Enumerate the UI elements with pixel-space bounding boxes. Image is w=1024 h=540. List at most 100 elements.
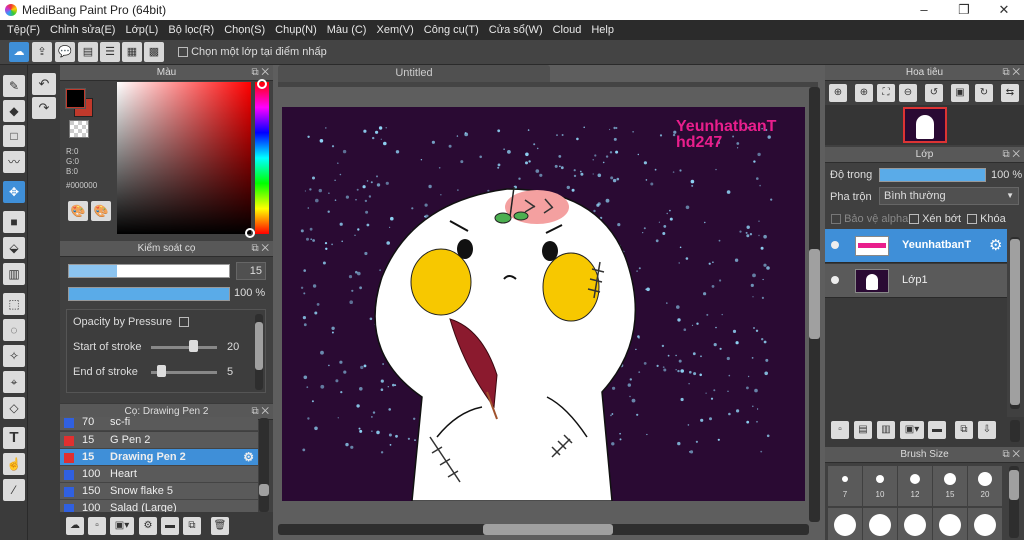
brush-tool-icon[interactable]: ✎ bbox=[3, 75, 25, 97]
opacity-by-pressure-checkbox[interactable] bbox=[179, 317, 190, 328]
layer-folder-icon[interactable]: ▬ bbox=[928, 421, 946, 439]
close-button[interactable]: ✕ bbox=[984, 0, 1024, 20]
palette-icon[interactable]: 🎨 bbox=[68, 201, 88, 221]
menu-help[interactable]: Help bbox=[586, 20, 619, 40]
text-tool-icon[interactable]: T bbox=[3, 427, 25, 449]
actual-size-icon[interactable]: ▣ bbox=[951, 84, 969, 102]
artwork-canvas[interactable]: YeunhatbanT hd247 bbox=[282, 107, 805, 501]
brush-item-selected[interactable]: 15 Drawing Pen 2 ⚙ bbox=[60, 449, 258, 466]
brush-size-cell[interactable]: 20 bbox=[968, 466, 1002, 506]
layer-list-scroll-thumb[interactable] bbox=[1010, 239, 1020, 405]
layer-list-scrollbar[interactable] bbox=[1010, 237, 1020, 409]
brush-size-cell[interactable] bbox=[968, 508, 1002, 540]
brush-size-cell[interactable] bbox=[933, 508, 967, 540]
blend-mode-select[interactable]: Bình thường ▼ bbox=[879, 187, 1019, 205]
brush-item[interactable]: 100 Salad (Large) bbox=[60, 500, 258, 512]
lasso-tool-icon[interactable]: ◌ bbox=[3, 319, 25, 341]
transparent-color-swatch[interactable] bbox=[69, 120, 89, 138]
clipping-option[interactable]: Xén bớt bbox=[909, 213, 961, 225]
panel-float-close-icon[interactable]: ⧉ ✕ bbox=[251, 241, 269, 257]
pen-tool-icon[interactable]: 〰 bbox=[3, 151, 25, 173]
share-icon[interactable]: ⇪ bbox=[32, 42, 52, 62]
undo-icon[interactable]: ↶ bbox=[32, 73, 56, 95]
end-stroke-handle[interactable] bbox=[157, 365, 166, 377]
delete-brush-icon[interactable]: 🗑 bbox=[211, 517, 229, 535]
add-layer-dropdown-icon[interactable]: ▣▾ bbox=[900, 421, 924, 439]
rotate-left-icon[interactable]: ↺ bbox=[925, 84, 943, 102]
panel-float-close-icon[interactable]: ⧉ ✕ bbox=[1002, 65, 1020, 81]
brush-size-cell[interactable]: 15 bbox=[933, 466, 967, 506]
duplicate-brush-icon[interactable]: ⧉ bbox=[183, 517, 201, 535]
footer-scrollbar[interactable] bbox=[1010, 420, 1020, 442]
brush-list-scroll-thumb[interactable] bbox=[259, 484, 269, 496]
select-layer-checkbox[interactable] bbox=[178, 47, 188, 58]
menu-tools[interactable]: Công cụ(T) bbox=[419, 20, 484, 40]
panel-float-close-icon[interactable]: ⧉ ✕ bbox=[1002, 147, 1020, 163]
menu-color[interactable]: Màu (C) bbox=[322, 20, 372, 40]
menu-file[interactable]: Tệp(F) bbox=[2, 20, 45, 40]
brush-size-cell[interactable]: 7 bbox=[828, 466, 862, 506]
rotate-right-icon[interactable]: ↻ bbox=[975, 84, 993, 102]
zoom-in-icon[interactable]: ⊕ bbox=[855, 84, 873, 102]
brush-size-slider[interactable] bbox=[68, 264, 230, 278]
flip-icon[interactable]: ⇆ bbox=[1001, 84, 1019, 102]
color-picker-cursor[interactable] bbox=[245, 228, 255, 238]
canvas-hscroll-thumb[interactable] bbox=[483, 524, 613, 535]
brush-item[interactable]: 70 sc-fi bbox=[60, 417, 258, 431]
menu-layer[interactable]: Lớp(L) bbox=[120, 20, 163, 40]
magic-wand-tool-icon[interactable]: ✧ bbox=[3, 345, 25, 367]
layer-row-selected[interactable]: YeunhatbanT ⚙ bbox=[825, 229, 1007, 263]
layer-settings-gear-icon[interactable]: ⚙ bbox=[989, 236, 1002, 254]
minimize-button[interactable]: – bbox=[904, 0, 944, 20]
eyedropper-tool-icon[interactable]: ⁄ bbox=[3, 479, 25, 501]
brush-size-cell[interactable] bbox=[863, 508, 897, 540]
brush-settings-gear-icon[interactable]: ⚙ bbox=[243, 450, 254, 464]
brush-settings-icon[interactable]: ⚙ bbox=[139, 517, 157, 535]
menu-cloud[interactable]: Cloud bbox=[548, 20, 587, 40]
brush-size-cell[interactable]: 12 bbox=[898, 466, 932, 506]
start-stroke-slider[interactable] bbox=[151, 346, 217, 349]
brush-size-scroll-thumb[interactable] bbox=[1009, 470, 1019, 500]
hue-slider[interactable] bbox=[255, 82, 269, 234]
redo-icon[interactable]: ↷ bbox=[32, 97, 56, 119]
clipping-checkbox[interactable] bbox=[909, 214, 919, 225]
brush-options-scrollbar[interactable] bbox=[255, 314, 263, 390]
menu-select[interactable]: Chọn(S) bbox=[219, 20, 270, 40]
new-layer-icon[interactable]: ▫ bbox=[831, 421, 849, 439]
hue-slider-handle[interactable] bbox=[257, 79, 267, 89]
start-stroke-handle[interactable] bbox=[189, 340, 198, 352]
rect-tool-icon[interactable]: □ bbox=[3, 125, 25, 147]
new-halftone-layer-icon[interactable]: ▤ bbox=[854, 421, 872, 439]
move-tool-icon[interactable]: ✥ bbox=[3, 181, 25, 203]
layer-opacity-slider[interactable] bbox=[879, 168, 986, 182]
brush-opacity-slider[interactable] bbox=[68, 287, 230, 301]
protect-alpha-checkbox[interactable] bbox=[831, 214, 841, 225]
panel-float-close-icon[interactable]: ⧉ ✕ bbox=[1002, 447, 1020, 463]
select-layer-option[interactable]: Chọn một lớp tại điểm nhấp bbox=[178, 46, 327, 58]
brush-item[interactable]: 100 Heart bbox=[60, 466, 258, 483]
menu-snap[interactable]: Chụp(N) bbox=[270, 20, 322, 40]
zoom-in-small-icon[interactable]: ⊕ bbox=[829, 84, 847, 102]
visibility-icon[interactable] bbox=[831, 276, 839, 284]
select-pen-tool-icon[interactable]: ⌖ bbox=[3, 371, 25, 393]
merge-layer-icon[interactable]: ⇩ bbox=[978, 421, 996, 439]
protect-alpha-option[interactable]: Bảo vệ alpha bbox=[831, 213, 908, 225]
brush-size-cell[interactable] bbox=[898, 508, 932, 540]
fill-rect-tool-icon[interactable]: ■ bbox=[3, 211, 25, 233]
navigator-preview[interactable] bbox=[903, 107, 947, 143]
fit-screen-icon[interactable]: ⛶ bbox=[877, 84, 895, 102]
layer-row[interactable]: Lớp1 bbox=[825, 264, 1007, 298]
palette-add-icon[interactable]: 🎨 bbox=[91, 201, 111, 221]
operation-tool-icon[interactable]: ☝ bbox=[3, 453, 25, 475]
canvas-horizontal-scrollbar[interactable] bbox=[278, 524, 809, 535]
select-eraser-tool-icon[interactable]: ◇ bbox=[3, 397, 25, 419]
list-icon[interactable]: ☰ bbox=[100, 42, 120, 62]
menu-edit[interactable]: Chỉnh sửa(E) bbox=[45, 20, 120, 40]
brush-size-scrollbar[interactable] bbox=[1009, 466, 1019, 538]
new-brush-icon[interactable]: ▫ bbox=[88, 517, 106, 535]
comment-icon[interactable]: 💬 bbox=[55, 42, 75, 62]
document-tab[interactable]: Untitled bbox=[278, 65, 550, 82]
eraser-tool-icon[interactable]: ◆ bbox=[3, 100, 25, 122]
brush-item[interactable]: 150 Snow flake 5 bbox=[60, 483, 258, 500]
cloud-save-icon[interactable]: ☁ bbox=[9, 42, 29, 62]
